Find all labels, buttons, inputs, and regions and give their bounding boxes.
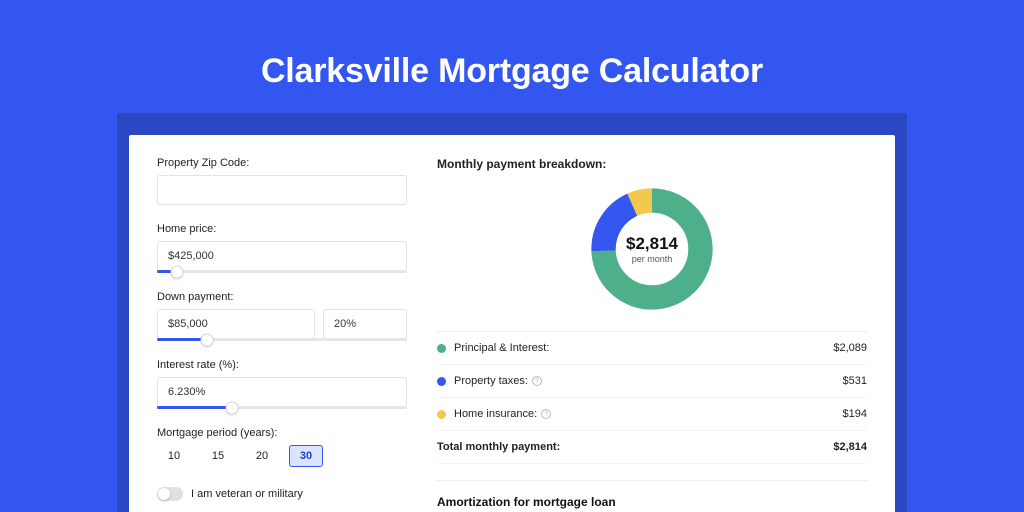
interest-label: Interest rate (%): [157, 359, 407, 371]
down-payment-label: Down payment: [157, 291, 407, 303]
slider-thumb[interactable] [226, 401, 239, 414]
amortization-title: Amortization for mortgage loan [437, 495, 867, 509]
down-payment-amount-input[interactable] [157, 309, 315, 339]
interest-field: Interest rate (%): [157, 359, 407, 409]
period-options: 10 15 20 30 [157, 445, 407, 467]
donut-center-value: $2,814 [626, 234, 678, 254]
calculator-outer: Property Zip Code: Home price: Down paym… [117, 113, 907, 512]
page-background: Clarksville Mortgage Calculator Property… [0, 0, 1024, 512]
interest-input[interactable] [157, 377, 407, 407]
form-column: Property Zip Code: Home price: Down paym… [157, 157, 407, 512]
period-option-10[interactable]: 10 [157, 445, 191, 467]
legend-total-value: $2,814 [833, 441, 867, 453]
veteran-label: I am veteran or military [191, 488, 303, 500]
home-price-input[interactable] [157, 241, 407, 271]
page-title: Clarksville Mortgage Calculator [261, 52, 763, 91]
interest-slider[interactable] [157, 406, 407, 409]
amortization-section: Amortization for mortgage loan Amortizat… [437, 480, 867, 512]
period-option-30[interactable]: 30 [289, 445, 323, 467]
legend-label: Home insurance:? [454, 408, 843, 420]
info-icon[interactable]: ? [541, 409, 551, 419]
calculator-panel: Property Zip Code: Home price: Down paym… [129, 135, 895, 512]
donut-chart: $2,814 per month [588, 185, 716, 313]
donut-center: $2,814 per month [588, 185, 716, 313]
slider-fill [157, 338, 207, 341]
breakdown-column: Monthly payment breakdown: $2,814 per mo… [437, 157, 867, 512]
legend-row-total: Total monthly payment: $2,814 [437, 431, 867, 464]
down-payment-slider[interactable] [157, 338, 407, 341]
slider-fill [157, 406, 232, 409]
info-icon[interactable]: ? [532, 376, 542, 386]
legend-row-principal: Principal & Interest: $2,089 [437, 332, 867, 365]
slider-thumb[interactable] [201, 333, 214, 346]
veteran-toggle-row: I am veteran or military [157, 487, 407, 501]
legend-total-label: Total monthly payment: [437, 441, 833, 453]
legend-row-insurance: Home insurance:? $194 [437, 398, 867, 431]
zip-label: Property Zip Code: [157, 157, 407, 169]
donut-center-sub: per month [632, 254, 673, 264]
period-field: Mortgage period (years): 10 15 20 30 [157, 427, 407, 467]
donut-chart-wrap: $2,814 per month [437, 185, 867, 313]
legend-dot [437, 410, 446, 419]
breakdown-title: Monthly payment breakdown: [437, 157, 867, 171]
legend-label: Property taxes:? [454, 375, 843, 387]
legend: Principal & Interest: $2,089 Property ta… [437, 331, 867, 464]
zip-input[interactable] [157, 175, 407, 205]
legend-value: $194 [843, 408, 867, 420]
veteran-toggle[interactable] [157, 487, 183, 501]
home-price-label: Home price: [157, 223, 407, 235]
legend-label: Principal & Interest: [454, 342, 833, 354]
legend-dot [437, 344, 446, 353]
slider-thumb[interactable] [171, 265, 184, 278]
down-payment-field: Down payment: [157, 291, 407, 341]
legend-dot [437, 377, 446, 386]
zip-field: Property Zip Code: [157, 157, 407, 205]
home-price-slider[interactable] [157, 270, 407, 273]
legend-row-taxes: Property taxes:? $531 [437, 365, 867, 398]
legend-value: $2,089 [833, 342, 867, 354]
home-price-field: Home price: [157, 223, 407, 273]
legend-value: $531 [843, 375, 867, 387]
period-option-20[interactable]: 20 [245, 445, 279, 467]
period-option-15[interactable]: 15 [201, 445, 235, 467]
period-label: Mortgage period (years): [157, 427, 407, 439]
down-payment-pct-input[interactable] [323, 309, 407, 339]
